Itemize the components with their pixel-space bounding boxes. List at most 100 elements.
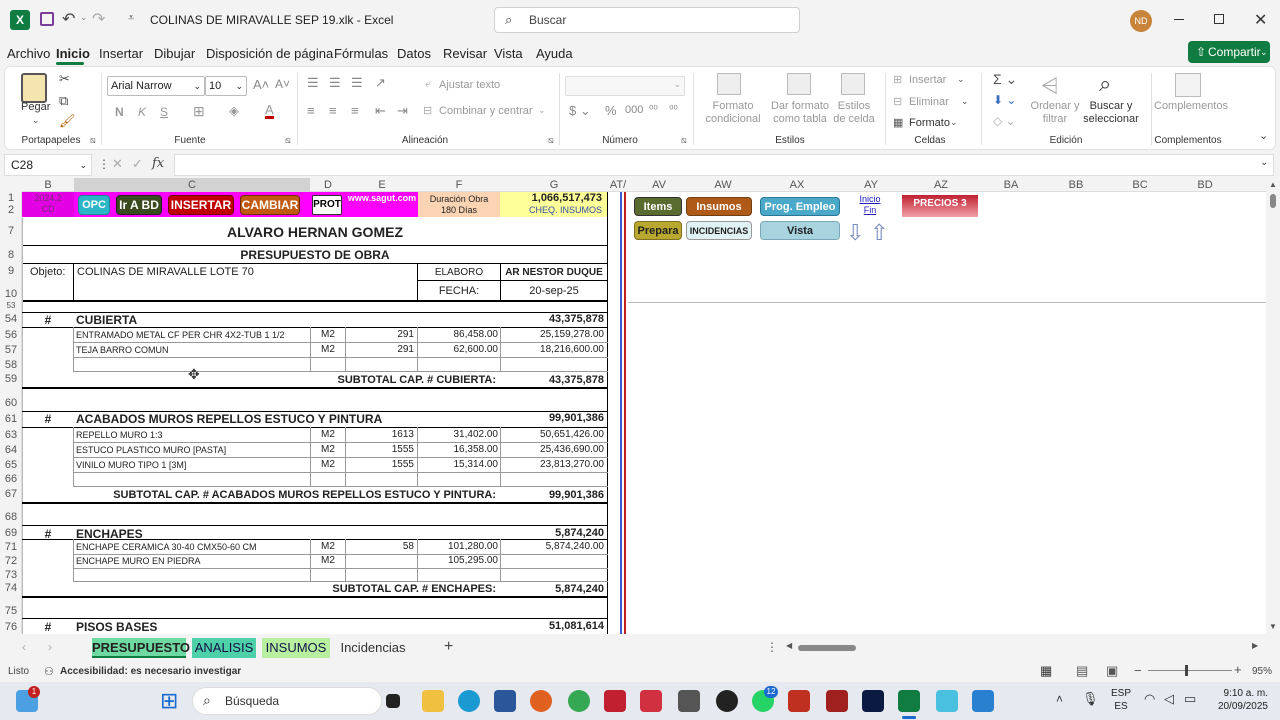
cut-icon[interactable]: ✂ — [59, 71, 70, 87]
app-icon[interactable] — [972, 690, 994, 712]
tab-datos[interactable]: Datos — [397, 46, 431, 61]
tab-inicio[interactable]: Inicio — [56, 46, 90, 61]
paste-icon[interactable] — [21, 73, 47, 103]
edge-icon[interactable] — [458, 690, 480, 712]
table-format-button[interactable]: Dar formato como tabla — [765, 100, 835, 126]
tray-overflow-icon[interactable]: ˄ — [1056, 692, 1063, 706]
align-top-icon[interactable]: ☰ — [307, 75, 319, 91]
desktop-icon[interactable] — [386, 694, 400, 708]
row-header[interactable]: 59 — [0, 373, 22, 385]
font-name-select[interactable]: Arial Narrow ⌄ — [107, 76, 205, 96]
cambiar-button[interactable]: CAMBIAR — [240, 195, 300, 215]
fill-color-icon[interactable]: ◈ — [229, 103, 239, 119]
column-header[interactable]: E — [346, 178, 418, 192]
zoom-out-icon[interactable]: − — [1134, 663, 1142, 678]
indent-increase-icon[interactable]: ⇥ — [397, 103, 408, 119]
copy-icon[interactable]: ⧉ — [59, 93, 68, 109]
undo-dropdown-icon[interactable]: ⌄ — [80, 12, 88, 23]
paste-dropdown-icon[interactable]: ⌄ — [32, 115, 40, 126]
scroll-right-icon[interactable]: ▶ — [1252, 641, 1258, 650]
row-header[interactable]: 68 — [0, 511, 22, 523]
formula-options-icon[interactable]: ⋮ — [98, 157, 110, 171]
row-header[interactable]: 67 — [0, 488, 22, 500]
column-header[interactable]: AV — [628, 178, 690, 192]
inicio-link[interactable]: Inicio — [852, 194, 888, 204]
percent-icon[interactable]: % — [605, 103, 617, 118]
undo-icon[interactable]: ↶ — [62, 9, 75, 29]
website-link[interactable]: www.sagut.com — [346, 193, 418, 203]
merge-center-button[interactable]: Combinar y centrar — [439, 105, 533, 117]
horizontal-scrollbar[interactable]: ◀ ▶ — [786, 641, 1262, 653]
increase-font-icon[interactable]: A˄ — [253, 77, 269, 92]
next-sheet-icon[interactable]: › — [48, 640, 52, 654]
fill-icon[interactable]: ⬇ ⌄ — [993, 93, 1016, 107]
search-box[interactable]: ⌕ Buscar — [494, 7, 800, 33]
font-size-select[interactable]: 10 ⌄ — [205, 76, 247, 96]
number-launcher-icon[interactable]: ⧅ — [681, 135, 687, 146]
row-header[interactable]: 65 — [0, 459, 22, 471]
sort-filter-button[interactable]: Ordenar y filtrar — [1029, 100, 1081, 126]
prepara-button[interactable]: Prepara — [634, 221, 682, 240]
excel-taskbar-icon[interactable] — [898, 690, 920, 712]
insert-dropdown-icon[interactable]: ⌄ — [957, 74, 965, 85]
clipboard-launcher-icon[interactable]: ⧅ — [90, 135, 96, 146]
align-center-icon[interactable]: ≡ — [329, 103, 337, 118]
borders-icon[interactable]: ⊞ — [193, 103, 205, 120]
wifi-icon[interactable]: ◠ — [1144, 691, 1155, 707]
app-icon[interactable] — [640, 690, 662, 712]
tab-revisar[interactable]: Revisar — [443, 46, 487, 61]
row-header[interactable]: 54 — [0, 313, 22, 325]
confirm-entry-icon[interactable]: ✓ — [132, 156, 143, 172]
decrease-decimal-icon[interactable]: ⁰⁰ — [669, 103, 678, 116]
app-icon[interactable] — [788, 690, 810, 712]
scroll-left-icon[interactable]: ◀ — [786, 641, 792, 650]
page-layout-icon[interactable]: ▤ — [1076, 663, 1088, 679]
scroll-down-icon[interactable]: ▼ — [1269, 622, 1277, 631]
column-header[interactable]: AY — [838, 178, 904, 192]
wrap-text-button[interactable]: Ajustar texto — [439, 79, 500, 91]
word-icon[interactable] — [494, 690, 516, 712]
prev-sheet-icon[interactable]: ‹ — [22, 640, 26, 654]
column-header[interactable]: BB — [1044, 178, 1108, 192]
row-header[interactable]: 74 — [0, 582, 22, 594]
sheet-tab-incidencias[interactable]: Incidencias — [336, 638, 410, 658]
row-header[interactable]: 72 — [0, 555, 22, 567]
row-header[interactable]: 75 — [0, 605, 22, 617]
italic-icon[interactable]: K — [138, 105, 146, 119]
items-button[interactable]: Items — [634, 197, 682, 216]
row-header[interactable]: 10 — [0, 288, 22, 300]
more-options-icon[interactable]: ⋮ — [766, 640, 778, 654]
autosum-icon[interactable]: Σ ⌄ — [993, 71, 1017, 88]
expand-formula-icon[interactable]: ⌄ — [1260, 157, 1268, 168]
row-header[interactable]: 64 — [0, 444, 22, 456]
row-header[interactable]: 69 — [0, 527, 22, 539]
currency-icon[interactable]: $ ⌄ — [569, 103, 591, 119]
addins-button[interactable]: Complementos — [1153, 100, 1229, 112]
tab-archivo[interactable]: Archivo — [7, 46, 50, 61]
column-header[interactable]: BA — [978, 178, 1044, 192]
archicad-icon[interactable] — [826, 690, 848, 712]
sheet-tab-analisis[interactable]: ANALISIS — [192, 638, 256, 658]
redo-icon[interactable]: ↷ — [92, 9, 105, 29]
clear-icon[interactable]: ◇ ⌄ — [993, 114, 1016, 128]
font-color-icon[interactable]: A — [265, 103, 274, 119]
align-middle-icon[interactable]: ☰ — [329, 75, 341, 91]
github-icon[interactable] — [716, 690, 738, 712]
delete-dropdown-icon[interactable]: ⌄ — [961, 96, 969, 107]
row-header[interactable]: 9 — [0, 265, 22, 277]
row-header[interactable]: 76 — [0, 621, 22, 633]
row-header[interactable]: 56 — [0, 329, 22, 341]
align-bottom-icon[interactable]: ☰ — [351, 75, 363, 91]
insertar-button[interactable]: INSERTAR — [168, 195, 234, 215]
decrease-font-icon[interactable]: A˅ — [275, 77, 290, 91]
row-header[interactable]: 2 — [0, 204, 22, 216]
volume-icon[interactable]: ◁ — [1164, 691, 1174, 707]
tab-disposicion[interactable]: Disposición de página — [206, 46, 333, 61]
column-header[interactable]: B — [22, 178, 74, 192]
increase-decimal-icon[interactable]: ⁰⁰ — [649, 103, 658, 116]
cancel-entry-icon[interactable]: ✕ — [112, 156, 123, 172]
scroll-up-icon[interactable]: ▲ — [1269, 180, 1277, 189]
zoom-slider-thumb[interactable] — [1185, 665, 1188, 676]
row-header[interactable]: 53 — [0, 301, 22, 310]
photoshop-icon[interactable] — [862, 690, 884, 712]
